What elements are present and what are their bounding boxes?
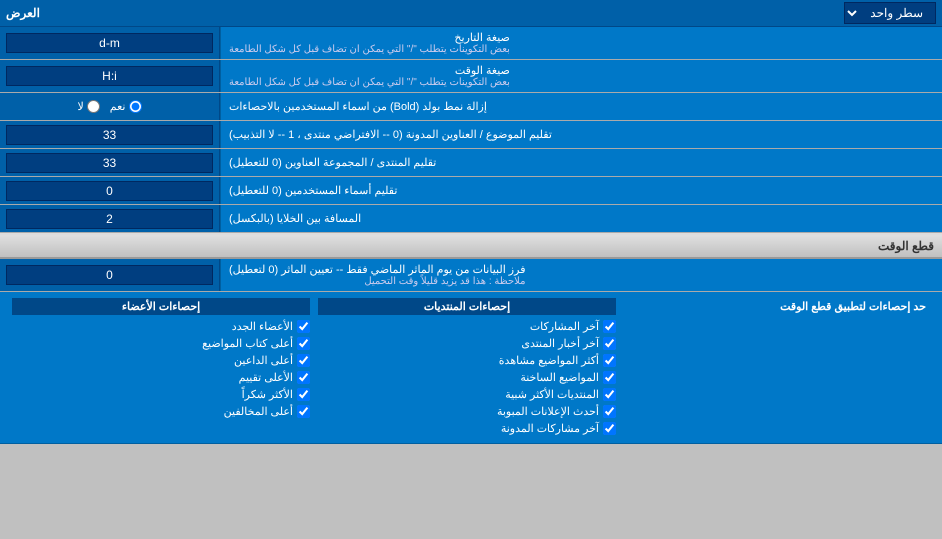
list-item: الأعلى تقييم — [12, 369, 310, 386]
main-container: سطر واحد سطرين ثلاثة أسطر العرض صيغة الت… — [0, 0, 942, 444]
forum-stats-col: إحصاءات المنتديات آخر المشاركات آخر أخبا… — [314, 298, 620, 437]
date-format-input[interactable] — [6, 33, 213, 53]
cb-top-topic-writers[interactable] — [297, 337, 310, 350]
list-item: المنتديات الأكثر شبية — [318, 386, 616, 403]
list-item: أكثر المواضيع مشاهدة — [318, 352, 616, 369]
header-left: سطر واحد سطرين ثلاثة أسطر — [844, 2, 936, 24]
distance-input[interactable] — [6, 209, 213, 229]
cutoff-input-wrap — [0, 259, 220, 291]
list-item: آخر المشاركات — [318, 318, 616, 335]
date-format-row: صيغة التاريخ بعض التكوينات يتطلب "/" الت… — [0, 27, 942, 60]
radio-yes[interactable] — [129, 100, 142, 113]
list-item: أعلى الداعين — [12, 352, 310, 369]
distance-label: المسافة بين الخلايا (بالبكسل) — [220, 205, 942, 232]
distance-input-wrap — [0, 205, 220, 232]
usernames-input-wrap — [0, 177, 220, 204]
header-right-label: العرض — [6, 6, 40, 20]
cb-most-viewed[interactable] — [603, 354, 616, 367]
time-format-input[interactable] — [6, 66, 213, 86]
cb-latest-classifieds[interactable] — [603, 405, 616, 418]
display-dropdown[interactable]: سطر واحد سطرين ثلاثة أسطر — [844, 2, 936, 24]
radio-no[interactable] — [87, 100, 100, 113]
date-format-input-wrap — [0, 27, 220, 59]
distance-row: المسافة بين الخلايا (بالبكسل) — [0, 205, 942, 233]
forum-stats-header: إحصاءات المنتديات — [318, 298, 616, 315]
cutoff-input[interactable] — [6, 265, 213, 285]
cb-hot-topics[interactable] — [603, 371, 616, 384]
checkboxes-header-label: حد إحصاءات لتطبيق قطع الوقت — [620, 298, 934, 437]
bold-remove-radio-wrap: نعم لا — [0, 93, 220, 120]
top-header: سطر واحد سطرين ثلاثة أسطر العرض — [0, 0, 942, 27]
list-item: آخر مشاركات المدونة — [318, 420, 616, 437]
list-item: أحدث الإعلانات المبوبة — [318, 403, 616, 420]
cb-last-blog-posts[interactable] — [603, 422, 616, 435]
usernames-row: تقليم أسماء المستخدمين (0 للتعطيل) — [0, 177, 942, 205]
topic-title-label: تقليم الموضوع / العناوين المدونة (0 -- ا… — [220, 121, 942, 148]
cb-similar-forums[interactable] — [603, 388, 616, 401]
cb-last-posts[interactable] — [603, 320, 616, 333]
bold-remove-label: إزالة نمط بولد (Bold) من اسماء المستخدمي… — [220, 93, 942, 120]
list-item: الأكثر شكراً — [12, 386, 310, 403]
topic-title-input-wrap — [0, 121, 220, 148]
topic-title-row: تقليم الموضوع / العناوين المدونة (0 -- ا… — [0, 121, 942, 149]
checkboxes-section: حد إحصاءات لتطبيق قطع الوقت إحصاءات المن… — [0, 292, 942, 444]
forum-group-input[interactable] — [6, 153, 213, 173]
list-item: الأعضاء الجدد — [12, 318, 310, 335]
forum-group-label: تقليم المنتدى / المجموعة العناوين (0 للت… — [220, 149, 942, 176]
list-item: المواضيع الساخنة — [318, 369, 616, 386]
bold-remove-row: إزالة نمط بولد (Bold) من اسماء المستخدمي… — [0, 93, 942, 121]
cutoff-label: فرز البيانات من يوم الماثر الماضي فقط --… — [220, 259, 942, 291]
forum-group-input-wrap — [0, 149, 220, 176]
usernames-input[interactable] — [6, 181, 213, 201]
cutoff-section-header: قطع الوقت — [0, 233, 942, 259]
forum-group-row: تقليم المنتدى / المجموعة العناوين (0 للت… — [0, 149, 942, 177]
cb-new-members[interactable] — [297, 320, 310, 333]
radio-yes-label[interactable]: نعم — [110, 100, 142, 113]
member-stats-header: إحصاءات الأعضاء — [12, 298, 310, 315]
date-format-label: صيغة التاريخ بعض التكوينات يتطلب "/" الت… — [220, 27, 942, 59]
time-format-input-wrap — [0, 60, 220, 92]
list-item: آخر أخبار المنتدى — [318, 335, 616, 352]
cb-last-news[interactable] — [603, 337, 616, 350]
time-format-row: صيغة الوقت بعض التكوينات يتطلب "/" التي … — [0, 60, 942, 93]
cb-top-rated[interactable] — [297, 371, 310, 384]
member-stats-col: إحصاءات الأعضاء الأعضاء الجدد أعلى كتاب … — [8, 298, 314, 437]
bold-radio-group: نعم لا — [70, 100, 150, 113]
cb-most-thanks[interactable] — [297, 388, 310, 401]
radio-no-label[interactable]: لا — [78, 100, 100, 113]
cb-top-violators[interactable] — [297, 405, 310, 418]
topic-title-input[interactable] — [6, 125, 213, 145]
list-item: أعلى المخالفين — [12, 403, 310, 420]
cb-top-inviters[interactable] — [297, 354, 310, 367]
list-item: أعلى كتاب المواضيع — [12, 335, 310, 352]
cutoff-row: فرز البيانات من يوم الماثر الماضي فقط --… — [0, 259, 942, 292]
usernames-label: تقليم أسماء المستخدمين (0 للتعطيل) — [220, 177, 942, 204]
time-format-label: صيغة الوقت بعض التكوينات يتطلب "/" التي … — [220, 60, 942, 92]
